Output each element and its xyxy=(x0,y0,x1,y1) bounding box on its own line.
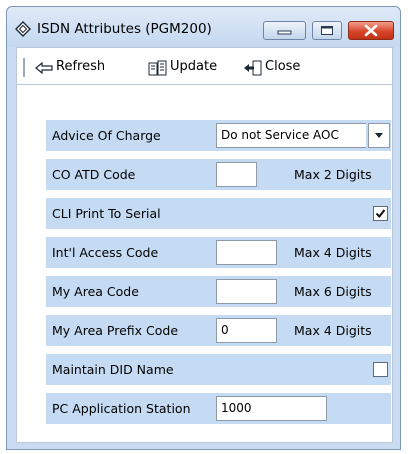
window-title: ISDN Attributes (PGM200) xyxy=(37,21,212,37)
close-window-button[interactable] xyxy=(348,21,394,40)
minimize-button[interactable] xyxy=(263,21,306,40)
intl-access-code-input[interactable] xyxy=(216,240,277,265)
my-area-prefix-code-label: My Area Prefix Code xyxy=(52,323,179,338)
isdn-attributes-window: ISDN Attributes (PGM200) Refresh Update … xyxy=(6,6,401,450)
update-label: Update xyxy=(170,59,218,74)
maximize-icon xyxy=(321,26,333,35)
advice-of-charge-label: Advice Of Charge xyxy=(52,128,161,143)
maximize-button[interactable] xyxy=(312,21,342,40)
close-button[interactable]: Close xyxy=(243,59,313,77)
maintain-did-name-checkbox[interactable] xyxy=(373,362,388,377)
my-area-prefix-code-input[interactable]: 0 xyxy=(216,318,277,343)
cli-print-to-serial-checkbox[interactable] xyxy=(373,206,388,221)
row-pc-application-station: PC Application Station 1000 xyxy=(46,393,391,424)
row-maintain-did-name: Maintain DID Name xyxy=(46,354,391,385)
attributes-form: Advice Of Charge Do not Service AOC CO A… xyxy=(16,85,393,443)
diamond-app-icon xyxy=(15,21,31,37)
update-button[interactable]: Update xyxy=(148,59,230,77)
co-atd-code-hint: Max 2 Digits xyxy=(294,167,372,182)
toolbar: Refresh Update Close xyxy=(16,47,393,85)
minimize-icon xyxy=(277,30,292,35)
my-area-prefix-code-hint: Max 4 Digits xyxy=(294,323,372,338)
row-my-area-prefix-code: My Area Prefix Code 0 Max 4 Digits xyxy=(46,315,391,346)
exit-door-icon xyxy=(244,60,262,76)
toolbar-grip[interactable] xyxy=(23,58,25,77)
refresh-label: Refresh xyxy=(56,59,106,74)
cli-print-to-serial-label: CLI Print To Serial xyxy=(52,206,161,221)
refresh-button[interactable]: Refresh xyxy=(34,59,134,77)
advice-of-charge-select[interactable]: Do not Service AOC xyxy=(216,123,366,148)
close-icon xyxy=(364,24,378,37)
row-advice-of-charge: Advice Of Charge Do not Service AOC xyxy=(46,120,391,151)
intl-access-code-hint: Max 4 Digits xyxy=(294,245,372,260)
my-area-code-label: My Area Code xyxy=(52,284,139,299)
my-area-code-input[interactable] xyxy=(216,279,277,304)
advice-of-charge-dropdown-button[interactable] xyxy=(368,123,390,148)
row-co-atd-code: CO ATD Code Max 2 Digits xyxy=(46,159,391,190)
row-my-area-code: My Area Code Max 6 Digits xyxy=(46,276,391,307)
title-bar[interactable]: ISDN Attributes (PGM200) xyxy=(7,7,400,47)
row-intl-access-code: Int'l Access Code Max 4 Digits xyxy=(46,237,391,268)
checkmark-icon xyxy=(375,209,386,219)
co-atd-code-label: CO ATD Code xyxy=(52,167,136,182)
update-icon xyxy=(148,60,167,76)
co-atd-code-input[interactable] xyxy=(216,162,257,187)
maintain-did-name-label: Maintain DID Name xyxy=(52,362,174,377)
my-area-code-hint: Max 6 Digits xyxy=(294,284,372,299)
chevron-down-icon xyxy=(375,133,383,138)
pc-application-station-input[interactable]: 1000 xyxy=(216,396,327,421)
intl-access-code-label: Int'l Access Code xyxy=(52,245,159,260)
pc-application-station-label: PC Application Station xyxy=(52,401,191,416)
row-cli-print-to-serial: CLI Print To Serial xyxy=(46,198,391,229)
back-arrow-icon xyxy=(35,61,53,75)
close-label: Close xyxy=(265,59,301,74)
